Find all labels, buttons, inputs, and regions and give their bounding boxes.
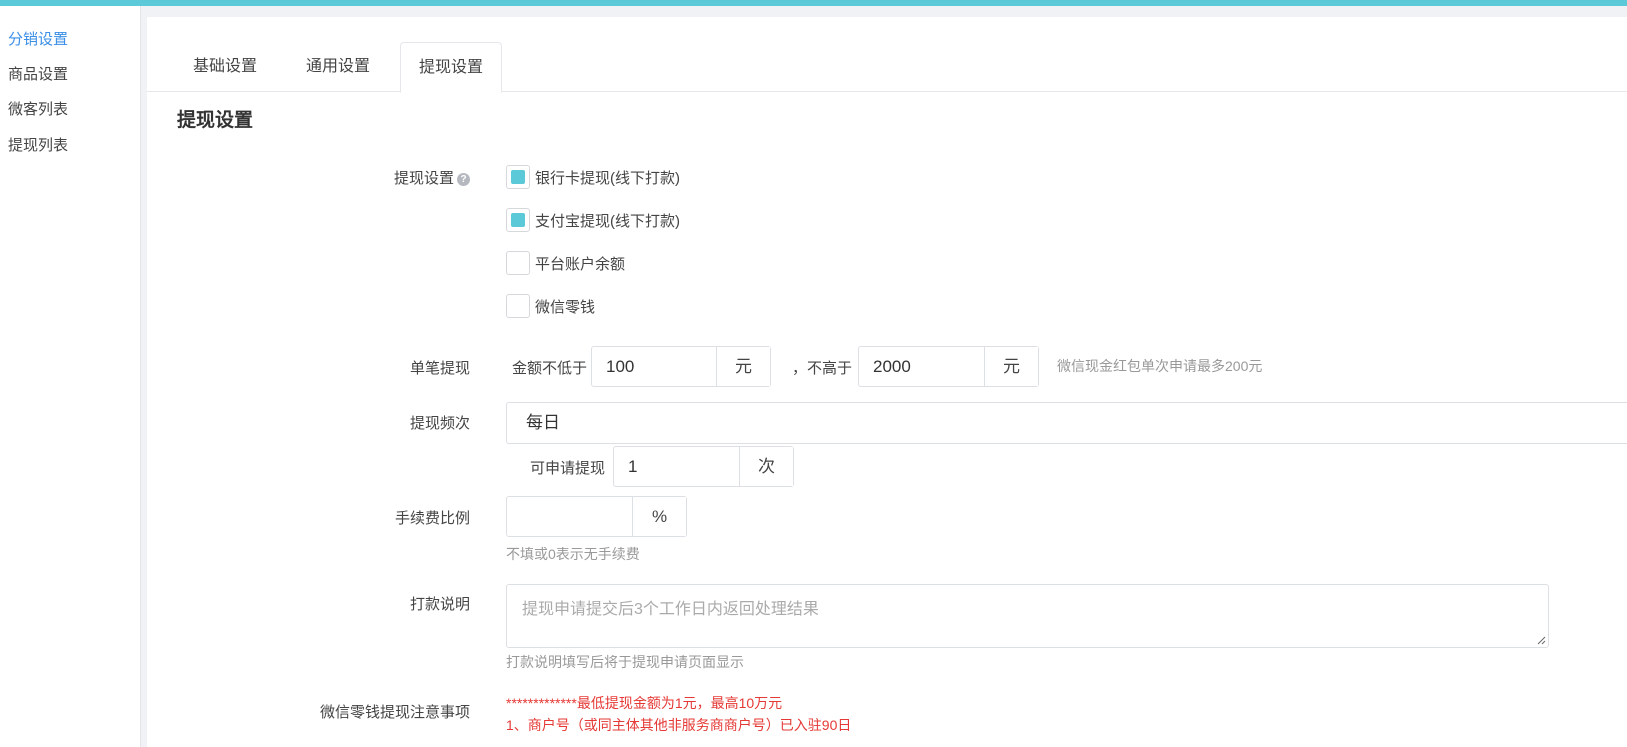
wechat-notice-line-1: *************最低提现金额为1元，最高10万元 bbox=[506, 695, 783, 711]
withdraw-methods-label: 提现设置? bbox=[394, 167, 470, 188]
section-title: 提现设置 bbox=[177, 110, 254, 131]
checkbox-box[interactable] bbox=[506, 294, 530, 318]
checkbox-alipay[interactable]: 支付宝提现(线下打款) bbox=[506, 208, 680, 232]
payment-note-hint: 打款说明填写后将于提现申请页面显示 bbox=[506, 654, 744, 670]
frequency-label: 提现频次 bbox=[409, 415, 470, 432]
tab-bar: 基础设置 通用设置 提现设置 bbox=[147, 17, 1627, 93]
min-amount-prefix: 金额不低于 bbox=[512, 360, 588, 377]
single-withdraw-label: 单笔提现 bbox=[409, 360, 470, 377]
min-amount-input-group: 100 元 bbox=[591, 346, 771, 387]
wechat-notice-line-2: 1、商户号（或同主体其他非服务商商户号）已入驻90日 bbox=[506, 717, 852, 733]
top-accent-bar bbox=[0, 0, 1627, 6]
max-amount-input[interactable]: 2000 bbox=[859, 347, 984, 386]
sidebar-item-withdraw-list[interactable]: 提现列表 bbox=[8, 134, 68, 155]
count-unit: 次 bbox=[739, 447, 793, 486]
tab-withdraw-settings[interactable]: 提现设置 bbox=[400, 42, 503, 93]
checkbox-platform-balance[interactable]: 平台账户余额 bbox=[506, 251, 625, 275]
checkbox-label: 平台账户余额 bbox=[535, 255, 626, 273]
fee-ratio-hint: 不填或0表示无手续费 bbox=[506, 546, 640, 562]
checkbox-label: 银行卡提现(线下打款) bbox=[535, 169, 680, 187]
fee-ratio-input[interactable] bbox=[507, 497, 632, 536]
checkbox-box[interactable] bbox=[506, 165, 530, 189]
single-withdraw-hint: 微信现金红包单次申请最多200元 bbox=[1057, 358, 1263, 374]
payment-note-placeholder: 提现申请提交后3个工作日内返回处理结果 bbox=[522, 601, 819, 618]
fee-ratio-input-group: % bbox=[506, 496, 687, 537]
count-prefix: 可申请提现 bbox=[530, 460, 606, 477]
tab-general-settings[interactable]: 通用设置 bbox=[288, 42, 388, 93]
sidebar: 分销设置 商品设置 微客列表 提现列表 bbox=[0, 6, 141, 747]
checkbox-box[interactable] bbox=[506, 251, 530, 275]
resize-handle-icon[interactable] bbox=[1536, 635, 1546, 645]
fee-ratio-unit: % bbox=[632, 497, 686, 536]
main-panel: 基础设置 通用设置 提现设置 提现设置 提现设置? 银行卡提现(线下打款) 支付… bbox=[147, 17, 1627, 747]
count-input[interactable]: 1 bbox=[614, 447, 739, 486]
checkbox-label: 微信零钱 bbox=[535, 298, 596, 316]
payment-note-textarea[interactable]: 提现申请提交后3个工作日内返回处理结果 bbox=[506, 584, 1549, 648]
checkbox-box[interactable] bbox=[506, 208, 530, 232]
max-amount-prefix: ，不高于 bbox=[792, 360, 853, 377]
min-amount-input[interactable]: 100 bbox=[592, 347, 716, 386]
checkbox-wechat-change[interactable]: 微信零钱 bbox=[506, 294, 595, 318]
sidebar-item-product-settings[interactable]: 商品设置 bbox=[8, 63, 68, 84]
sidebar-item-distribution-settings[interactable]: 分销设置 bbox=[8, 28, 68, 49]
fee-ratio-label: 手续费比例 bbox=[394, 510, 470, 527]
frequency-select[interactable]: 每日 bbox=[506, 402, 1627, 444]
question-circle-icon[interactable]: ? bbox=[457, 173, 470, 186]
wechat-notice-label: 微信零钱提现注意事项 bbox=[319, 704, 470, 721]
checkbox-label: 支付宝提现(线下打款) bbox=[535, 212, 680, 230]
max-amount-input-group: 2000 元 bbox=[858, 346, 1039, 387]
tab-basic-settings[interactable]: 基础设置 bbox=[175, 42, 275, 93]
sidebar-item-weike-list[interactable]: 微客列表 bbox=[8, 98, 68, 119]
checkbox-bank-card[interactable]: 银行卡提现(线下打款) bbox=[506, 165, 680, 189]
count-input-group: 1 次 bbox=[613, 446, 794, 487]
max-amount-unit: 元 bbox=[984, 347, 1038, 386]
payment-note-label: 打款说明 bbox=[409, 596, 470, 613]
min-amount-unit: 元 bbox=[716, 347, 770, 386]
